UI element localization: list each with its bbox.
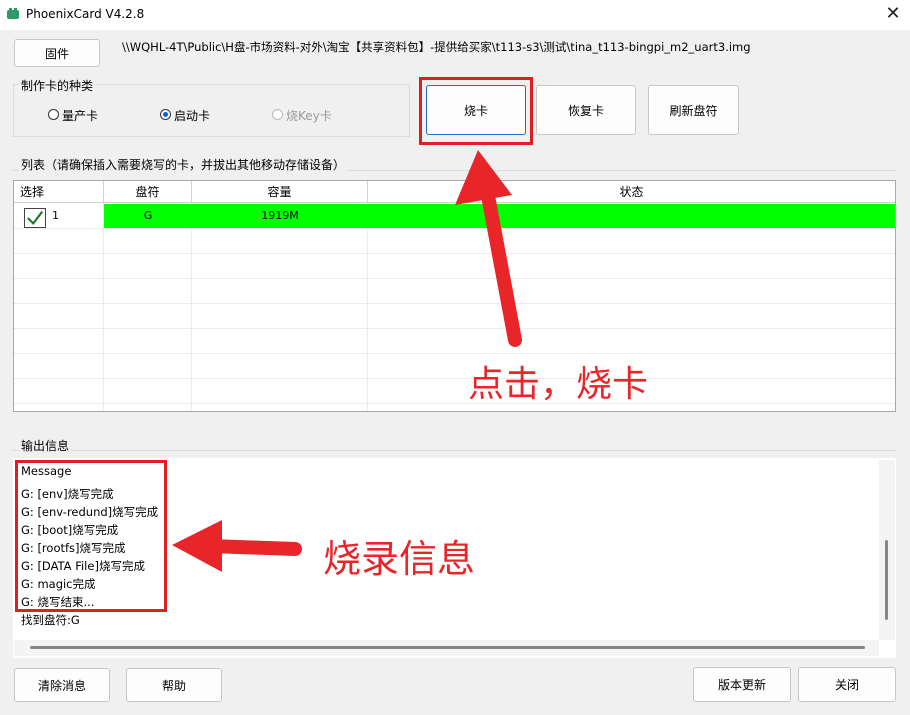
annotation-click-burn: 点击，烧卡 xyxy=(468,364,649,405)
up-arrow-icon xyxy=(455,150,522,347)
left-arrow-icon xyxy=(172,520,302,572)
annotation-burn-info: 烧录信息 xyxy=(323,537,476,581)
annotation-arrows xyxy=(172,150,522,572)
